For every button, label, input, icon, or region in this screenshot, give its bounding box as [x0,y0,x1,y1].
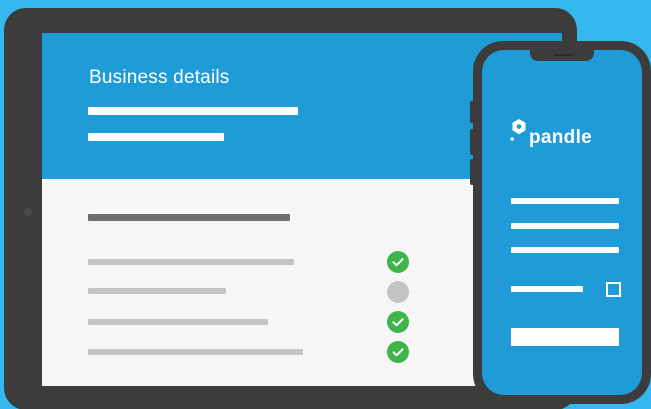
illustration-scene: Business details pandle [0,0,651,409]
check-circle-icon [387,311,409,333]
check-circle-icon [387,341,409,363]
pandle-logo-icon [510,119,526,141]
phone-device: pandle [470,41,651,404]
checklist-item-placeholder [88,259,294,265]
form-field-placeholder [511,198,619,204]
phone-side-button [470,101,475,123]
checkbox-label-placeholder [511,286,583,292]
pandle-logo: pandle [509,118,629,152]
phone-speaker [554,54,572,56]
page-title: Business details [89,67,230,88]
phone-side-button [470,129,475,155]
header-placeholder-line [88,107,298,115]
checklist-item-placeholder [88,349,303,355]
phone-screen: pandle [482,50,642,395]
tablet-camera [24,208,32,216]
checkbox[interactable] [606,282,621,297]
form-field-placeholder [511,223,619,229]
submit-button[interactable] [511,328,619,346]
check-circle-icon [387,251,409,273]
checklist-item-placeholder [88,288,226,294]
empty-circle-icon [387,281,409,303]
form-field-placeholder [511,247,619,253]
section-heading-placeholder [88,214,290,221]
header-placeholder-line [88,133,224,141]
phone-side-button [470,159,475,185]
checklist-item-placeholder [88,319,268,325]
brand-name: pandle [529,127,593,148]
